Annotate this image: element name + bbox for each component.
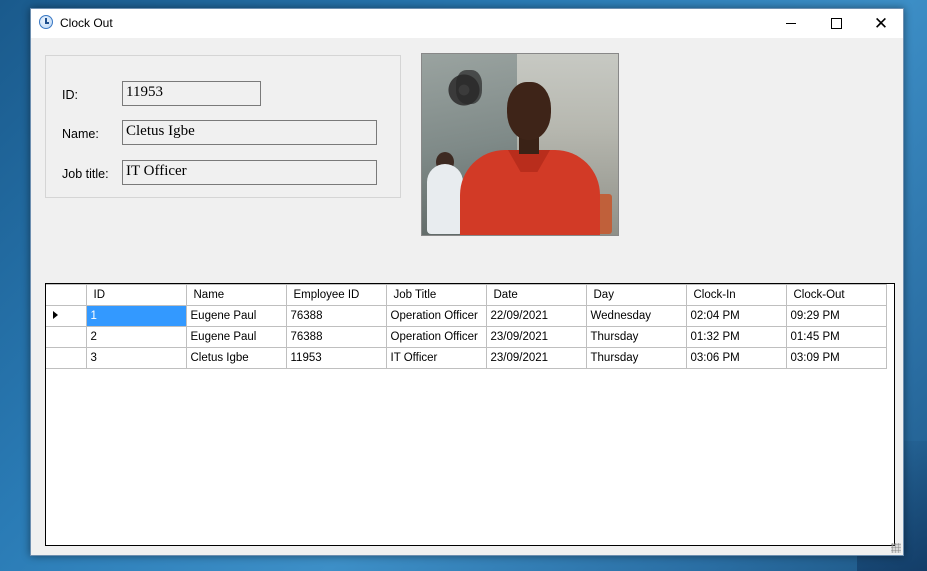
employee-photo [421, 53, 619, 236]
table-cell[interactable]: IT Officer [385, 347, 487, 369]
column-header[interactable]: Job Title [385, 284, 487, 306]
table-row[interactable]: 1 Eugene Paul 76388 Operation Officer 22… [46, 305, 887, 327]
table-cell[interactable]: 03:06 PM [685, 347, 787, 369]
job-title-field[interactable]: IT Officer [122, 160, 377, 185]
table-cell[interactable]: 3 [85, 347, 187, 369]
attendance-table: ID Name Employee ID Job Title Date Day C… [46, 284, 887, 369]
close-button[interactable]: ✕ [858, 9, 904, 38]
table-cell[interactable]: 22/09/2021 [485, 305, 587, 327]
name-field[interactable]: Cletus Igbe [122, 120, 377, 145]
table-cell[interactable]: Cletus Igbe [185, 347, 287, 369]
column-header[interactable]: Date [485, 284, 587, 306]
title-bar[interactable]: Clock Out ✕ [31, 9, 903, 38]
table-cell[interactable]: 11953 [285, 347, 387, 369]
table-cell[interactable]: Wednesday [585, 305, 687, 327]
clock-out-window: Clock Out ✕ ID: 11953 Name: Cletus Igbe … [30, 8, 904, 556]
row-header-corner [46, 284, 87, 306]
table-cell[interactable]: 76388 [285, 326, 387, 348]
column-header[interactable]: Employee ID [285, 284, 387, 306]
id-label: ID: [62, 88, 78, 102]
table-cell[interactable]: Eugene Paul [185, 305, 287, 327]
table-cell[interactable]: Thursday [585, 326, 687, 348]
current-row-icon [53, 311, 58, 319]
table-row[interactable]: 3 Cletus Igbe 11953 IT Officer 23/09/202… [46, 347, 887, 369]
table-cell[interactable]: 1 [85, 305, 187, 327]
table-cell[interactable]: Thursday [585, 347, 687, 369]
table-cell[interactable]: 23/09/2021 [485, 326, 587, 348]
column-header[interactable]: Day [585, 284, 687, 306]
table-cell[interactable]: 23/09/2021 [485, 347, 587, 369]
column-header[interactable]: Name [185, 284, 287, 306]
table-cell[interactable]: 03:09 PM [785, 347, 887, 369]
column-header[interactable]: Clock-Out [785, 284, 887, 306]
table-cell[interactable]: 01:45 PM [785, 326, 887, 348]
row-header[interactable] [46, 305, 87, 327]
table-cell[interactable]: 09:29 PM [785, 305, 887, 327]
table-cell[interactable]: 01:32 PM [685, 326, 787, 348]
column-header[interactable]: Clock-In [685, 284, 787, 306]
maximize-button[interactable] [813, 9, 859, 38]
table-cell[interactable]: Operation Officer [385, 305, 487, 327]
table-cell[interactable]: 02:04 PM [685, 305, 787, 327]
job-title-label: Job title: [62, 167, 109, 181]
resize-grip[interactable] [891, 543, 901, 553]
minimize-icon [786, 23, 796, 24]
header-row: ID Name Employee ID Job Title Date Day C… [46, 284, 887, 306]
close-icon: ✕ [873, 14, 889, 33]
employee-info-group: ID: 11953 Name: Cletus Igbe Job title: I… [45, 55, 401, 198]
clock-icon [39, 15, 53, 29]
row-header[interactable] [46, 347, 87, 369]
name-label: Name: [62, 127, 99, 141]
table-cell[interactable]: 76388 [285, 305, 387, 327]
row-header[interactable] [46, 326, 87, 348]
table-row[interactable]: 2 Eugene Paul 76388 Operation Officer 23… [46, 326, 887, 348]
minimize-button[interactable] [768, 9, 814, 38]
window-title: Clock Out [60, 16, 113, 30]
id-field[interactable]: 11953 [122, 81, 261, 106]
column-header[interactable]: ID [85, 284, 187, 306]
table-cell[interactable]: Operation Officer [385, 326, 487, 348]
table-cell[interactable]: Eugene Paul [185, 326, 287, 348]
maximize-icon [830, 18, 842, 29]
table-cell[interactable]: 2 [85, 326, 187, 348]
attendance-grid[interactable]: ID Name Employee ID Job Title Date Day C… [45, 283, 895, 546]
